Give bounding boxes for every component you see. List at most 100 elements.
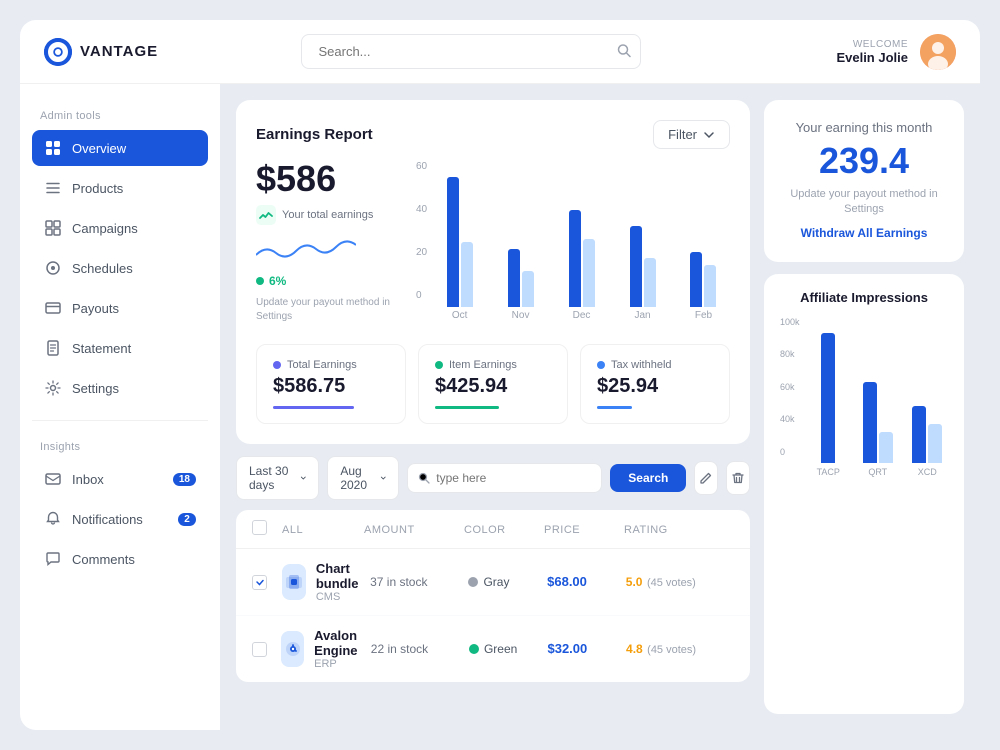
sidebar-item-overview[interactable]: Overview [32, 130, 208, 166]
product1-price: $68.00 [547, 574, 587, 589]
imp-y-40k: 40k [780, 414, 800, 424]
overview-icon [44, 139, 62, 157]
search-input[interactable] [301, 34, 641, 69]
search-button[interactable]: Search [610, 464, 686, 492]
month-note: Update your payout method in Settings [784, 187, 944, 218]
product2-rating: 4.8 [626, 642, 643, 656]
withdraw-button[interactable]: Withdraw All Earnings [801, 226, 928, 240]
sidebar-item-notifications[interactable]: Notifications 2 [32, 501, 208, 537]
product2-amount: 22 in stock [371, 642, 428, 656]
insights-section-label: Insights [32, 435, 208, 457]
filter-button[interactable]: Filter [653, 120, 730, 149]
imp-label-qrt: QRT [868, 467, 887, 477]
date-range-select[interactable]: Last 30 days [236, 456, 319, 500]
sidebar-item-payouts[interactable]: Payouts [32, 290, 208, 326]
earnings-left: $586 Your total earnings [256, 161, 416, 324]
edit-button[interactable] [694, 461, 718, 495]
avatar[interactable] [920, 34, 956, 70]
settings-label: Settings [72, 381, 119, 396]
month-select[interactable]: Aug 2020 [327, 456, 399, 500]
select-all-checkbox[interactable] [252, 520, 267, 535]
sidebar: Admin tools Overview [20, 84, 220, 730]
delete-button[interactable] [726, 461, 750, 495]
imp-bar-qrt-secondary [879, 432, 893, 463]
sidebar-item-statement[interactable]: Statement [32, 330, 208, 366]
sidebar-item-comments[interactable]: Comments [32, 541, 208, 577]
stats-row: Total Earnings $586.75 Item Earnings $42… [256, 344, 730, 424]
sidebar-item-settings[interactable]: Settings [32, 370, 208, 406]
sidebar-item-inbox[interactable]: Inbox 18 [32, 461, 208, 497]
tax-dot [597, 361, 605, 369]
earnings-report-card: Earnings Report Filter $586 [236, 100, 750, 444]
bar-oct-label: Oct [452, 310, 468, 321]
comments-label: Comments [72, 552, 135, 567]
overview-label: Overview [72, 141, 126, 156]
schedules-label: Schedules [72, 261, 133, 276]
item-earnings-stat-label: Item Earnings [449, 359, 517, 371]
search-bar [301, 34, 641, 69]
y-label-20: 20 [416, 247, 427, 258]
imp-bar-qrt-primary [863, 382, 877, 463]
bar-feb-label: Feb [695, 310, 712, 321]
table-filters: Last 30 days Aug 2020 Search [236, 456, 750, 500]
product1-color-dot [468, 577, 478, 587]
sidebar-item-schedules[interactable]: Schedules [32, 250, 208, 286]
col-all: ALL [282, 524, 303, 536]
total-dot [273, 361, 281, 369]
product1-sub: CMS [316, 591, 370, 603]
stat-tax: Tax withheld $25.94 [580, 344, 730, 424]
row2-checkbox[interactable] [252, 642, 267, 657]
month-amount: 239.4 [784, 143, 944, 179]
products-icon [44, 179, 62, 197]
pct-change: 6% [269, 274, 286, 288]
product2-thumb [281, 631, 304, 667]
search-button[interactable] [617, 43, 631, 60]
product1-name: Chart bundle [316, 561, 370, 591]
data-table: ALL Amount Color Price [236, 510, 750, 682]
table-head: ALL Amount Color Price [236, 510, 750, 549]
product2-votes: (45 votes) [647, 644, 696, 656]
table-search [407, 463, 602, 493]
total-earnings-label: Your total earnings [282, 209, 373, 221]
bar-feb-primary [690, 252, 702, 307]
product1-thumb [282, 564, 306, 600]
stat-item-earnings: Item Earnings $425.94 [418, 344, 568, 424]
imp-y-100k: 100k [780, 317, 800, 327]
imp-bar-xcd-secondary [928, 424, 942, 463]
tax-value: $25.94 [597, 375, 713, 398]
imp-bar-tacp [821, 333, 835, 463]
sidebar-divider [32, 420, 208, 421]
update-text: Update your payout method in Settings [256, 296, 416, 324]
table-search-input[interactable] [436, 471, 591, 485]
earnings-header: Earnings Report Filter [256, 120, 730, 149]
filter-label: Filter [668, 127, 697, 142]
comments-icon [44, 550, 62, 568]
bar-nov-primary [508, 249, 520, 308]
product2-price: $32.00 [547, 641, 587, 656]
sidebar-item-products[interactable]: Products [32, 170, 208, 206]
month-label: Aug 2020 [340, 464, 373, 492]
bar-dec-secondary [583, 239, 595, 307]
month-earnings-card: Your earning this month 239.4 Update you… [764, 100, 964, 262]
table-section: Last 30 days Aug 2020 Search [236, 456, 750, 682]
products-label: Products [72, 181, 123, 196]
imp-bar-xcd-primary [912, 406, 926, 463]
date-range-label: Last 30 days [249, 464, 294, 492]
item-dot [435, 361, 443, 369]
logo-text: VANTAGE [80, 43, 158, 60]
product2-sub: ERP [314, 658, 371, 670]
campaigns-label: Campaigns [72, 221, 138, 236]
header: VANTAGE WELCOME Evelin Jolie [20, 20, 980, 84]
product2-color: Green [484, 642, 517, 656]
total-earnings-stat-label: Total Earnings [287, 359, 357, 371]
product2-color-dot [469, 644, 479, 654]
earnings-title: Earnings Report [256, 126, 373, 143]
table-row: Chart bundle CMS 37 in stock Gray [236, 549, 750, 616]
row1-checkbox[interactable] [252, 575, 267, 590]
sidebar-item-campaigns[interactable]: Campaigns [32, 210, 208, 246]
tax-bar [597, 406, 632, 409]
bar-nov-label: Nov [512, 310, 530, 321]
stat-total-earnings: Total Earnings $586.75 [256, 344, 406, 424]
bar-jan-secondary [644, 258, 656, 307]
imp-y-60k: 60k [780, 382, 800, 392]
